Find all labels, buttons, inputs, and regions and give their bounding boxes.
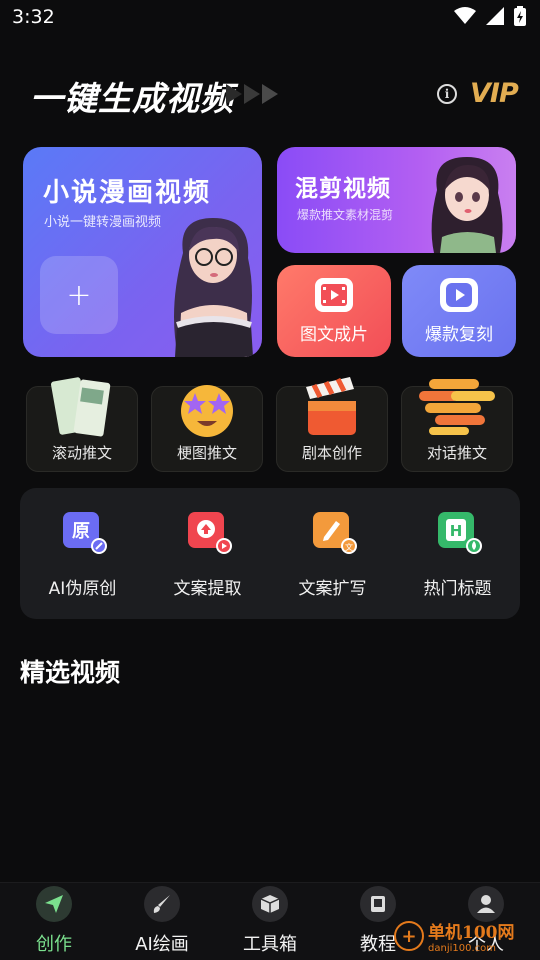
nav-label: AI绘画 — [135, 934, 189, 955]
picture-text-label: 图文成片 — [300, 325, 368, 345]
tool-label: AI伪原创 — [48, 579, 117, 599]
original-doc-icon: 原 — [63, 512, 107, 554]
hot-title-icon: H — [438, 512, 482, 554]
tile-dialogue-post[interactable]: 对话推文 — [401, 379, 513, 472]
mix-card-title: 混剪视频 — [295, 176, 391, 202]
nav-item-ai-painting[interactable]: AI绘画 — [108, 883, 216, 960]
extract-icon — [188, 512, 232, 554]
tool-glyph: H — [450, 522, 463, 540]
film-icon — [315, 278, 353, 312]
brush-icon — [144, 886, 180, 922]
add-novel-button[interactable]: + — [40, 256, 118, 334]
nav-label: 创作 — [36, 934, 72, 955]
tile-label: 梗图推文 — [176, 444, 237, 462]
signal-icon — [486, 7, 504, 25]
tool-label: 文案扩写 — [298, 579, 367, 599]
tool-label: 热门标题 — [423, 579, 492, 599]
vip-badge[interactable]: VIP — [470, 78, 519, 109]
hot-copy-card[interactable]: 爆款复刻 — [402, 265, 516, 357]
watermark-text-block: 单机100网 danji100.com — [428, 918, 515, 954]
tools-panel: 原 AI伪原创 文案提取 文 文案扩写 H 热门标题 — [20, 488, 520, 619]
tile-script-writing[interactable]: 剧本创作 — [276, 377, 388, 472]
tile-scroll-post[interactable]: 滚动推文 — [26, 377, 138, 472]
book-icon — [360, 886, 396, 922]
info-icon[interactable]: i — [437, 84, 457, 104]
chat-bubbles-icon — [402, 375, 512, 439]
status-bar: 3:32 — [0, 0, 540, 36]
watermark: + 单机100网 danji100.com — [394, 918, 515, 954]
novel-card-title: 小说漫画视频 — [43, 178, 212, 208]
play-arrows-icon — [226, 84, 282, 104]
tool-ai-rewrite[interactable]: 原 AI伪原创 — [20, 512, 145, 602]
tile-label: 对话推文 — [426, 444, 487, 462]
box-icon — [252, 886, 288, 922]
nav-label: 工具箱 — [243, 934, 297, 955]
watermark-url: danji100.com — [428, 943, 496, 954]
tile-label: 剧本创作 — [301, 444, 362, 462]
star-eyes-emoji-icon — [152, 375, 262, 439]
clapperboard-icon — [277, 375, 387, 439]
tool-hot-title[interactable]: H 热门标题 — [395, 512, 520, 602]
page-title: 一键生成视频 — [30, 79, 234, 118]
anime-girl-illustration — [174, 218, 253, 357]
featured-videos-title: 精选视频 — [20, 658, 121, 687]
plus-icon: + — [66, 277, 92, 313]
tool-label: 文案提取 — [173, 579, 242, 599]
mix-video-card[interactable]: 混剪视频 爆款推文素材混剪 — [277, 147, 516, 253]
novel-comic-video-card[interactable]: 小说漫画视频 小说一键转漫画视频 + — [23, 147, 262, 357]
tool-glyph: 原 — [72, 521, 90, 542]
novel-card-subtitle: 小说一键转漫画视频 — [44, 215, 162, 230]
play-icon — [440, 278, 478, 312]
anime-girl-illustration — [431, 157, 503, 253]
tile-meme-post[interactable]: 梗图推文 — [151, 385, 263, 472]
battery-icon — [514, 6, 526, 26]
status-icons — [454, 6, 526, 26]
watermark-logo-icon: + — [394, 921, 424, 951]
mix-card-subtitle: 爆款推文素材混剪 — [297, 208, 394, 222]
nav-item-create[interactable]: 创作 — [0, 883, 108, 960]
status-time: 3:32 — [12, 6, 55, 28]
phone-screens-icon — [27, 375, 137, 439]
tool-copy-expand[interactable]: 文 文案扩写 — [270, 512, 395, 602]
tool-copy-extract[interactable]: 文案提取 — [145, 512, 270, 602]
hot-copy-label: 爆款复刻 — [425, 325, 493, 345]
wifi-icon — [454, 7, 476, 24]
tile-label: 滚动推文 — [51, 444, 112, 462]
picture-text-card[interactable]: 图文成片 — [277, 265, 391, 357]
svg-text:文: 文 — [345, 542, 353, 552]
watermark-text: 单机100网 — [428, 923, 515, 943]
nav-item-toolbox[interactable]: 工具箱 — [216, 883, 324, 960]
pen-icon: 文 — [313, 512, 357, 554]
person-icon — [468, 886, 504, 922]
send-icon — [36, 886, 72, 922]
